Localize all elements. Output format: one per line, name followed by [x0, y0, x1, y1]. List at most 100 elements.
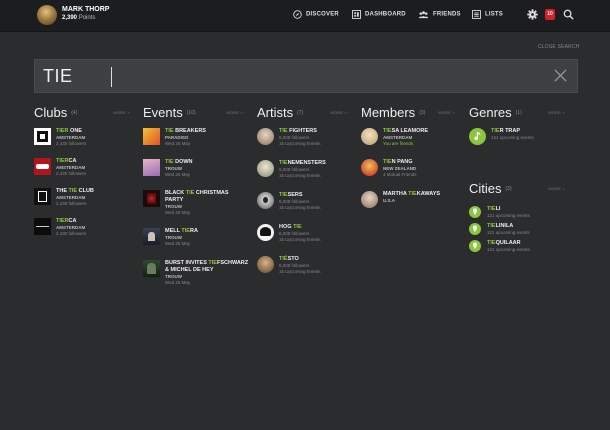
cities-title: Cities [469, 181, 502, 196]
genres-more-link[interactable]: MORE > [548, 110, 565, 115]
member-mutual-friends: 4 Mutual Friends [383, 172, 417, 177]
top-bar: MARK THORP 2,390 Points DISCOVER DASHBOA… [0, 0, 610, 32]
cities-more-link[interactable]: MORE > [548, 186, 565, 191]
member-avatar [361, 159, 378, 176]
genres-column: Genres (1) MORE > TIER TRAP 121 upcoming e… [469, 104, 565, 145]
clubs-more-link[interactable]: MORE > [113, 110, 130, 115]
user-points: 2,390 Points [62, 15, 95, 21]
club-name: TIERCA [56, 158, 77, 164]
nav-discover[interactable]: DISCOVER [293, 10, 339, 19]
club-logo [34, 128, 51, 145]
genre-upcoming-events: 121 upcoming events [491, 135, 534, 140]
user-name[interactable]: MARK THORP [62, 6, 109, 13]
members-title: Members [361, 105, 416, 120]
events-count: (10) [186, 109, 196, 116]
lists-icon [472, 10, 481, 19]
club-followers: 2,430 followers [56, 171, 87, 176]
compass-icon [293, 10, 302, 19]
clubs-column: Clubs (4) MORE > TIER ONE AMSTERDAM 2,430 f… [34, 104, 130, 236]
artist-name: TIËSTO [279, 256, 299, 262]
event-date: Wed 25 May [165, 210, 191, 215]
city-upcoming-events: 121 upcoming events [487, 247, 530, 252]
music-note-icon [469, 128, 486, 145]
user-avatar[interactable] [37, 5, 57, 25]
member-avatar [361, 191, 378, 208]
event-name: TIE BREAKERS [165, 128, 206, 134]
location-pin-icon [469, 223, 481, 235]
members-more-link[interactable]: MORE > [438, 110, 455, 115]
event-name: BURST INVITES TIEFSCHWARZ & MICHEL DE HEY [165, 260, 249, 273]
artist-name: TIENEMENSTERS [279, 160, 326, 166]
artist-upcoming-events: 15 Upcoming Events [279, 141, 321, 146]
city-upcoming-events: 121 upcoming events [487, 230, 530, 235]
city-name: TIELI [487, 206, 501, 212]
nav-friends[interactable]: FRIENDS [418, 10, 461, 19]
event-date: Wed 25 May [165, 280, 191, 285]
clubs-count: (4) [71, 109, 78, 116]
club-name: TIERCA [56, 218, 77, 224]
club-name: THE TIE CLUB [56, 188, 94, 194]
city-name: TIELINILA [487, 223, 514, 229]
search-icon[interactable] [563, 9, 574, 20]
city-name: TIEQUILAAR [487, 240, 521, 246]
cities-count: (3) [505, 185, 512, 192]
events-column: Events (10) MORE > TIE BREAKERS PARADISO We… [143, 104, 248, 285]
artists-count: (7) [297, 109, 304, 116]
member-avatar [361, 128, 378, 145]
genre-name: TIER TRAP [491, 128, 521, 134]
artists-column: Artists (7) MORE > TIE FIGHTERS 5,209 foll… [257, 104, 347, 274]
genres-header: Genres (1) MORE > [469, 104, 565, 120]
event-image [143, 190, 160, 207]
artist-upcoming-events: 15 Upcoming Events [279, 205, 321, 210]
nav-lists[interactable]: LISTS [472, 10, 503, 19]
members-count: (3) [419, 109, 426, 116]
club-followers: 2,430 followers [56, 141, 87, 146]
event-name: TIE DOWN [165, 159, 193, 165]
cities-header: Cities (3) MORE > [469, 180, 565, 196]
events-header: Events (10) MORE > [143, 104, 243, 120]
members-header: Members (3) MORE > [361, 104, 455, 120]
event-name: MELL TIERA [165, 228, 198, 234]
search-box[interactable]: TIE [34, 59, 578, 93]
nav-friends-label: FRIENDS [433, 11, 461, 18]
member-friend-status: You are friends [383, 141, 414, 146]
club-name: TIER ONE [56, 128, 82, 134]
event-image [143, 260, 160, 277]
location-pin-icon [469, 240, 481, 252]
event-image [143, 228, 160, 245]
artist-avatar [257, 224, 274, 241]
artists-title: Artists [257, 105, 294, 120]
event-image [143, 159, 160, 176]
event-name: BLACK TIE CHRISTMAS PARTY [165, 190, 229, 203]
artist-upcoming-events: 15 Upcoming Events [279, 237, 321, 242]
artist-upcoming-events: 15 Upcoming Events [279, 173, 321, 178]
artist-avatar [257, 128, 274, 145]
club-logo [34, 158, 51, 175]
nav-dashboard[interactable]: DASHBOARD [352, 10, 406, 19]
genres-title: Genres [469, 105, 512, 120]
artist-avatar [257, 256, 274, 273]
artist-name: HOG TIE [279, 224, 302, 230]
members-column: Members (3) MORE > TIESA LEAMORE AMSTERDAM… [361, 104, 455, 208]
close-icon[interactable] [554, 69, 567, 82]
member-name: TIEN PANG [383, 159, 413, 165]
search-input[interactable]: TIE [43, 66, 73, 87]
city-upcoming-events: 121 upcoming events [487, 213, 530, 218]
notification-badge[interactable]: 10 [545, 9, 555, 20]
member-location: U.S.A [383, 198, 396, 203]
gear-icon[interactable] [527, 9, 538, 20]
club-logo [34, 218, 51, 235]
clubs-title: Clubs [34, 105, 68, 120]
artists-more-link[interactable]: MORE > [330, 110, 347, 115]
event-date: Wed 25 May [165, 241, 191, 246]
events-title: Events [143, 105, 183, 120]
club-followers: 2,430 followers [56, 201, 87, 206]
artist-upcoming-events: 15 Upcoming Events [279, 269, 321, 274]
event-date: Wed 25 May [165, 172, 191, 177]
nav-discover-label: DISCOVER [306, 11, 339, 18]
close-search-link[interactable]: CLOSE SEARCH [538, 44, 580, 50]
user-points-value: 2,390 [62, 15, 78, 21]
events-more-link[interactable]: MORE > [226, 110, 243, 115]
nav-dashboard-label: DASHBOARD [365, 11, 406, 18]
nav-lists-label: LISTS [485, 11, 504, 18]
